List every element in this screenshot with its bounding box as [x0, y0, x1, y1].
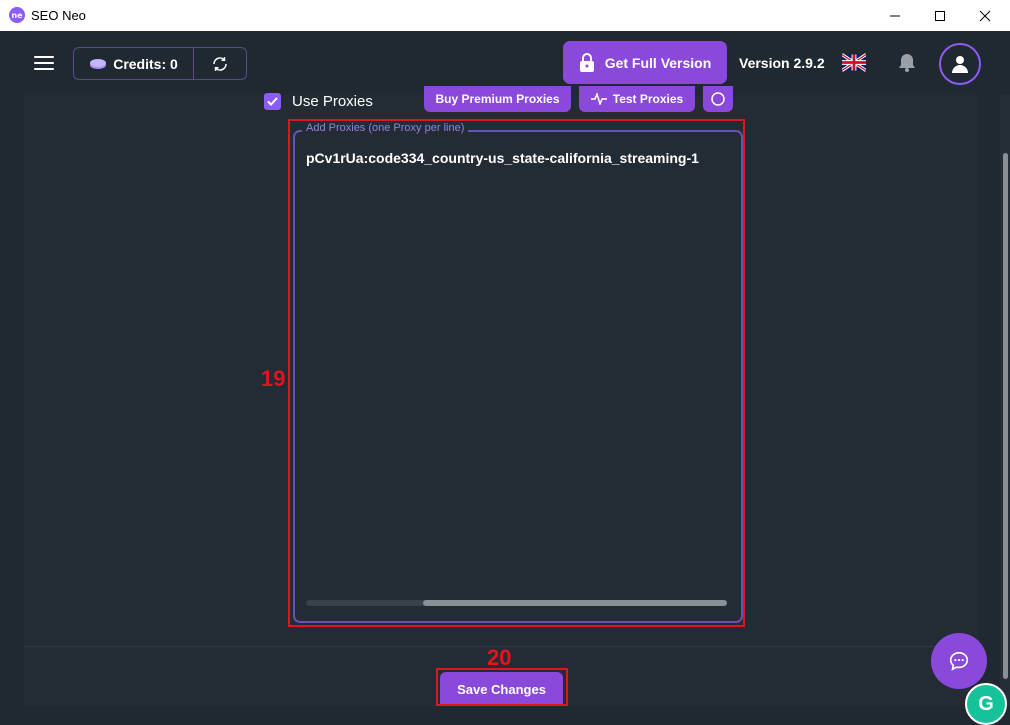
- scrollbar-thumb[interactable]: [1003, 153, 1008, 679]
- loading-button[interactable]: [703, 86, 733, 112]
- minimize-icon: [890, 15, 900, 16]
- use-proxies-label: Use Proxies: [292, 93, 373, 110]
- window-titlebar: ne SEO Neo: [0, 0, 1010, 31]
- window-title: SEO Neo: [31, 8, 86, 23]
- minimize-button[interactable]: [872, 0, 918, 31]
- refresh-button[interactable]: [194, 48, 246, 79]
- credits-display: Credits: 0: [74, 48, 194, 79]
- refresh-icon: [213, 56, 227, 71]
- use-proxies-checkbox[interactable]: [264, 93, 281, 110]
- vertical-scrollbar[interactable]: [1000, 95, 1010, 706]
- version-label: Version 2.9.2: [739, 55, 825, 71]
- check-icon: [267, 97, 278, 106]
- buy-premium-proxies-button[interactable]: Buy Premium Proxies: [424, 86, 571, 112]
- get-full-version-button[interactable]: Get Full Version: [563, 41, 727, 84]
- grammarly-icon[interactable]: G: [965, 683, 1007, 725]
- user-icon: [952, 56, 968, 73]
- credits-group: Credits: 0: [73, 47, 247, 80]
- chat-icon: [949, 651, 969, 671]
- uk-flag-icon[interactable]: [842, 53, 866, 72]
- chat-button[interactable]: [931, 633, 987, 689]
- user-avatar-button[interactable]: [939, 43, 981, 85]
- maximize-button[interactable]: [917, 0, 963, 31]
- close-icon: [979, 10, 991, 21]
- bell-icon[interactable]: [898, 53, 916, 73]
- app-logo-icon: ne: [9, 7, 25, 23]
- pulse-icon: [590, 93, 607, 105]
- annotation-box-save-button: [436, 668, 568, 706]
- coins-icon: [90, 58, 107, 69]
- annotation-box-proxy-field: [288, 119, 745, 627]
- buy-premium-proxies-label: Buy Premium Proxies: [435, 92, 560, 106]
- spinner-icon: [711, 92, 725, 106]
- test-proxies-label: Test Proxies: [612, 92, 684, 106]
- close-button[interactable]: [962, 0, 1008, 31]
- maximize-icon: [935, 10, 945, 21]
- lock-icon: [579, 52, 594, 72]
- credits-label: Credits: 0: [113, 55, 178, 72]
- test-proxies-button[interactable]: Test Proxies: [579, 86, 695, 112]
- annotation-number-19: 19: [261, 366, 286, 391]
- menu-icon[interactable]: [34, 56, 54, 70]
- annotation-number-20: 20: [487, 645, 512, 670]
- get-full-version-label: Get Full Version: [604, 54, 712, 71]
